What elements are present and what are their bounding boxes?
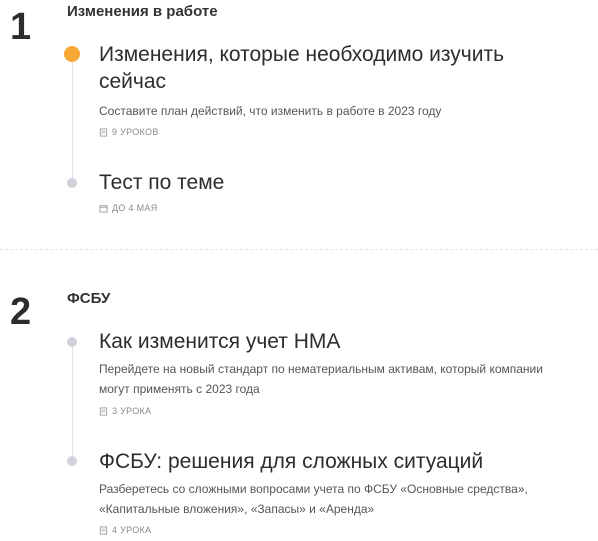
lesson-status-active-dot (64, 46, 80, 62)
lesson-status-dot (67, 456, 77, 466)
book-icon (99, 525, 108, 535)
lesson-description: Составите план действий, что изменить в … (99, 104, 442, 118)
lesson-count: 4 УРОКА (112, 525, 152, 535)
lesson-title-line[interactable]: сейчас (99, 70, 166, 93)
lesson-title-line[interactable]: Изменения, которые необходимо изучить (99, 43, 504, 66)
lesson-title[interactable]: Как изменится учет НМА (99, 328, 579, 355)
lesson-description-line: «Капитальные вложения», «Запасы» и «Арен… (99, 502, 375, 516)
section-number: 2 (10, 291, 32, 333)
book-icon (99, 406, 108, 416)
lesson-count: 9 УРОКОВ (112, 127, 159, 137)
lesson-meta: 4 УРОКА (99, 525, 151, 535)
timeline-line (72, 343, 73, 461)
timeline-line (72, 62, 73, 186)
lesson-count: 3 УРОКА (112, 406, 152, 416)
section-divider (0, 249, 598, 250)
section-title: Изменения в работе (67, 3, 218, 20)
lesson-title[interactable]: ФСБУ: решения для сложных ситуаций (99, 448, 579, 475)
lesson-title[interactable]: Тест по теме (99, 169, 579, 196)
lesson-status-dot (67, 178, 77, 188)
lesson-meta: 3 УРОКА (99, 406, 151, 416)
lesson-deadline: ДО 4 МАЯ (112, 203, 158, 213)
lesson-status-dot (67, 337, 77, 347)
lesson-meta: 9 УРОКОВ (99, 127, 159, 137)
lesson-description: Перейдете на новый стандарт по нематериа… (99, 359, 584, 399)
book-icon (99, 127, 108, 137)
lesson-description-line: Разберетесь со сложными вопросами учета … (99, 482, 528, 496)
lesson-description: Разберетесь со сложными вопросами учета … (99, 479, 584, 519)
calendar-icon (99, 204, 108, 213)
section-number: 1 (10, 6, 32, 48)
lesson-title[interactable]: Изменения, которые необходимо изучить се… (99, 41, 579, 95)
lesson-meta: ДО 4 МАЯ (99, 203, 158, 213)
section-title: ФСБУ (67, 290, 111, 307)
lesson-description-line: могут применять с 2023 года (99, 382, 260, 396)
lesson-description-line: Перейдете на новый стандарт по нематериа… (99, 362, 543, 376)
